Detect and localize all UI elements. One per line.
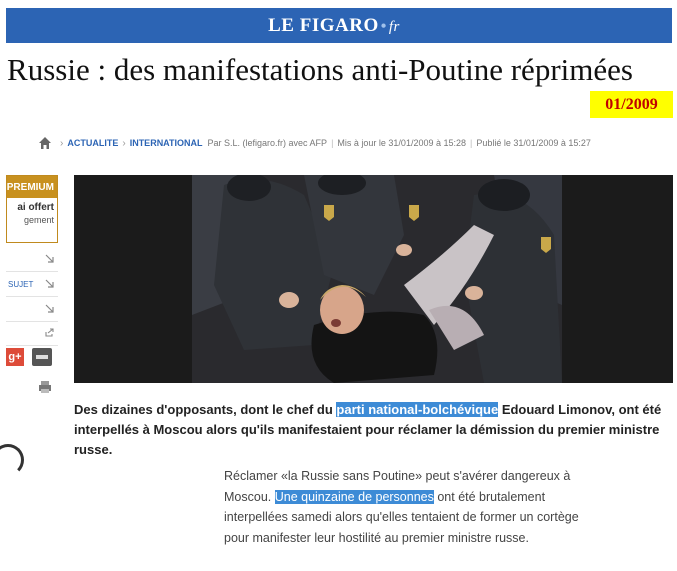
breadcrumb-actualite[interactable]: ACTUALITE — [67, 138, 118, 148]
home-icon[interactable] — [38, 136, 52, 150]
gplus-icon[interactable]: g+ — [6, 348, 24, 366]
article-updated: Mis à jour le 31/01/2009 à 15:28 — [337, 138, 466, 148]
premium-offer-line1: ai offert — [17, 202, 54, 213]
date-badge: 01/2009 — [590, 91, 673, 118]
sidebar-row-sujet[interactable]: SUJET — [6, 272, 58, 297]
body-highlight-selection[interactable]: Une quinzaine de personnes — [274, 489, 434, 504]
chevron-right-icon: › — [122, 137, 126, 149]
sidebar-row-3[interactable] — [6, 297, 58, 322]
print-icon[interactable] — [38, 380, 52, 394]
share-sidebar: PREMIUM ai offert gement SUJET g+ — [0, 175, 58, 415]
site-logo[interactable]: LE FIGARO • fr — [268, 15, 400, 37]
breadcrumb-international[interactable]: INTERNATIONAL — [130, 138, 203, 148]
chevron-right-icon: › — [60, 137, 64, 149]
arrow-icon — [45, 254, 54, 263]
premium-label: PREMIUM — [7, 176, 57, 198]
sidebar-row-1[interactable] — [6, 247, 58, 272]
breadcrumb: › ACTUALITE › INTERNATIONAL Par S.L. (le… — [38, 135, 591, 151]
article-title: Russie : des manifestations anti-Poutine… — [7, 52, 633, 87]
article-lede: Des dizaines d'opposants, dont le chef d… — [74, 400, 674, 460]
share-icon — [45, 328, 54, 337]
premium-offer[interactable]: PREMIUM ai offert gement — [6, 175, 58, 243]
arrow-icon — [45, 304, 54, 313]
article-published: Publié le 31/01/2009 à 15:27 — [476, 138, 591, 148]
article-author: Par S.L. (lefigaro.fr) avec AFP — [207, 138, 328, 148]
loading-ring-icon — [0, 444, 24, 476]
article-photo — [74, 175, 673, 383]
lede-text-start: Des dizaines d'opposants, dont le chef d… — [74, 402, 337, 417]
lede-highlight-link[interactable]: parti national-bolchévique — [336, 402, 499, 417]
sidebar-row-share[interactable] — [6, 321, 58, 346]
premium-offer-line2: gement — [23, 215, 54, 225]
article-body: Réclamer «la Russie sans Poutine» peut s… — [224, 466, 584, 548]
mail-icon[interactable] — [32, 348, 52, 366]
sidebar-sujet-label: SUJET — [8, 279, 34, 289]
site-header: LE FIGARO • fr — [6, 8, 672, 43]
arrow-icon — [45, 279, 54, 288]
